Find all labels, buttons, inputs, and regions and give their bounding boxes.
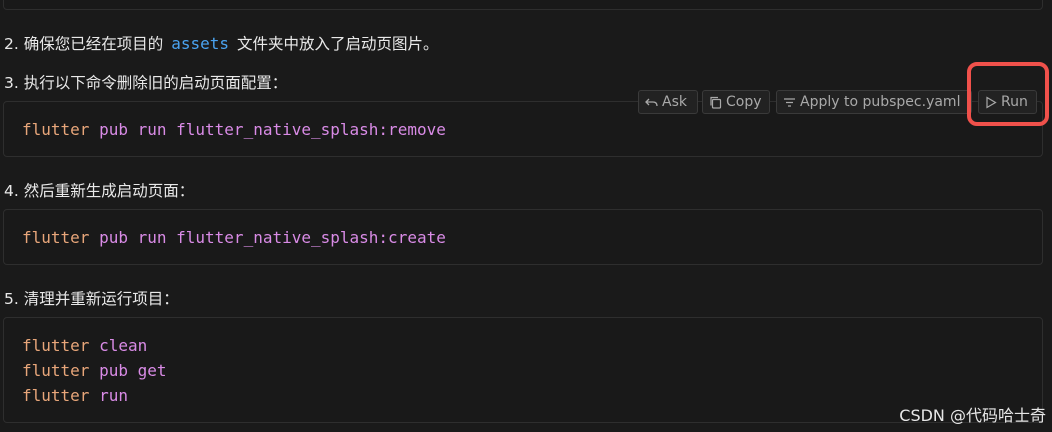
code-line: flutter run bbox=[22, 383, 128, 408]
code-block-create[interactable]: flutter pub run flutter_native_splash:cr… bbox=[3, 209, 1043, 265]
step-4-text: 4. 然后重新生成启动页面： bbox=[4, 182, 195, 200]
code-args: pub get bbox=[89, 361, 167, 380]
code-command: flutter bbox=[22, 228, 90, 247]
step-5-text: 5. 清理并重新运行项目： bbox=[4, 290, 179, 308]
ask-button[interactable]: Ask bbox=[638, 90, 698, 114]
run-label: Run bbox=[1001, 94, 1028, 110]
code-command: flutter bbox=[22, 336, 90, 355]
code-block-previous bbox=[3, 0, 1043, 10]
code-args: pub run flutter_native_splash:remove bbox=[89, 120, 446, 139]
step-2-suffix: 文件夹中放入了启动页图片。 bbox=[237, 35, 439, 53]
code-line: flutter pub run flutter_native_splash:cr… bbox=[22, 225, 446, 250]
copy-label: Copy bbox=[726, 94, 762, 110]
code-args: run bbox=[89, 386, 128, 405]
step-2-prefix: 2. 确保您已经在项目的 bbox=[4, 35, 164, 53]
step-3-text: 3. 执行以下命令删除旧的启动页面配置： bbox=[4, 74, 288, 92]
code-command: flutter bbox=[22, 386, 90, 405]
code-line: flutter pub run flutter_native_splash:re… bbox=[22, 117, 446, 142]
run-button[interactable]: Run bbox=[978, 90, 1037, 114]
code-command: flutter bbox=[22, 120, 90, 139]
apply-icon bbox=[783, 96, 796, 109]
apply-button[interactable]: Apply to pubspec.yaml bbox=[776, 90, 972, 114]
step-2-text: 2. 确保您已经在项目的 assets 文件夹中放入了启动页图片。 bbox=[4, 33, 439, 55]
undo-arrow-icon bbox=[645, 96, 658, 109]
inline-code-assets: assets bbox=[171, 34, 230, 53]
code-command: flutter bbox=[22, 361, 90, 380]
ask-label: Ask bbox=[662, 94, 687, 110]
copy-button[interactable]: Copy bbox=[702, 90, 770, 114]
watermark: CSDN @代码哈士奇 bbox=[899, 406, 1046, 425]
code-block-run[interactable]: flutter clean flutter pub get flutter ru… bbox=[3, 317, 1043, 423]
chat-response-panel: 2. 确保您已经在项目的 assets 文件夹中放入了启动页图片。 3. 执行以下命… bbox=[0, 0, 1052, 432]
apply-label: Apply to pubspec.yaml bbox=[800, 94, 961, 110]
code-args: clean bbox=[89, 336, 148, 355]
play-icon bbox=[985, 95, 997, 109]
copy-icon bbox=[709, 96, 722, 109]
code-args: pub run flutter_native_splash:create bbox=[89, 228, 446, 247]
code-line: flutter pub get bbox=[22, 358, 167, 383]
code-line: flutter clean bbox=[22, 333, 147, 358]
